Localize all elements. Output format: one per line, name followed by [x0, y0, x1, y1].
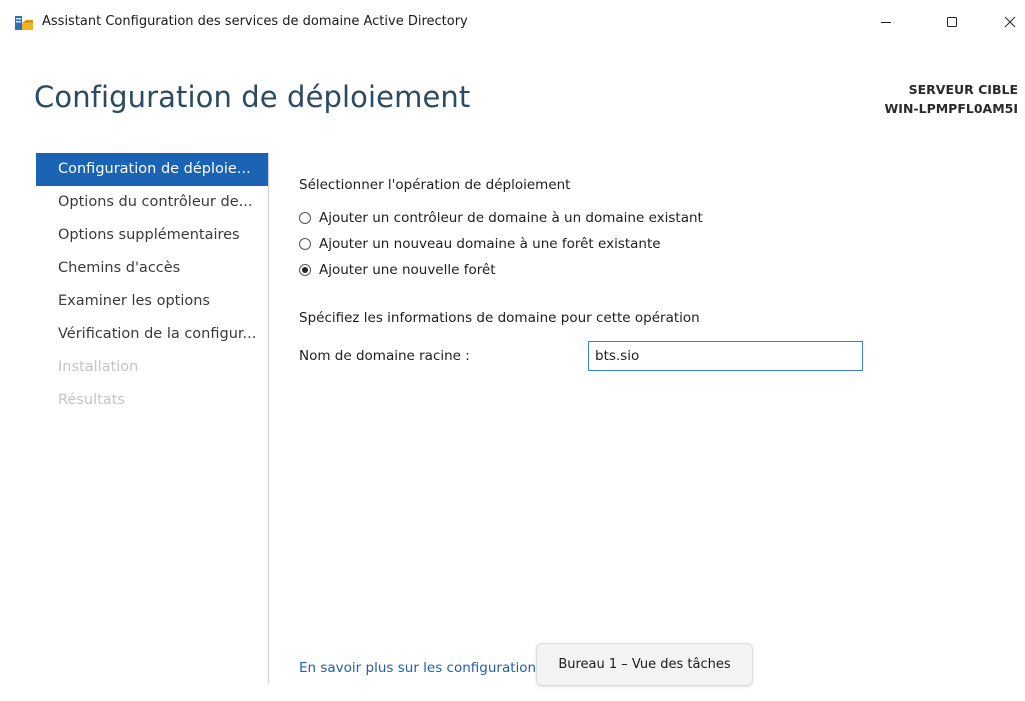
minimize-icon [881, 22, 891, 23]
sidebar-item-installation: Installation [58, 359, 139, 375]
option-add-domain-existing-forest[interactable]: Ajouter un nouveau domaine à une forêt e… [299, 236, 661, 252]
domain-info-heading: Spécifiez les informations de domaine po… [299, 310, 700, 326]
sidebar-item-results: Résultats [58, 392, 125, 408]
root-domain-label: Nom de domaine racine : [299, 348, 470, 364]
title-bar: Assistant Configuration des services de … [0, 0, 1025, 44]
root-domain-input[interactable] [588, 341, 863, 371]
sidebar-item-additional-options[interactable]: Options supplémentaires [36, 219, 268, 252]
learn-more-link[interactable]: En savoir plus sur les configurations de… [299, 660, 537, 676]
page-title: Configuration de déploiement [34, 80, 471, 114]
radio-button-selected[interactable] [299, 264, 311, 276]
close-icon [1004, 16, 1016, 28]
option-label: Ajouter un contrôleur de domaine à un do… [319, 210, 703, 226]
sidebar-item-review-options[interactable]: Examiner les options [36, 285, 268, 318]
maximize-icon [947, 17, 957, 27]
target-server-name: WIN-LPMPFL0AM5I [884, 101, 1018, 116]
option-add-new-forest[interactable]: Ajouter une nouvelle forêt [299, 262, 496, 278]
sidebar-item-dc-options[interactable]: Options du contrôleur de... [36, 186, 268, 219]
sidebar-item-deployment-configuration[interactable]: Configuration de déploie... [36, 153, 268, 186]
wizard-steps-sidebar: Configuration de déploie... Options du c… [36, 153, 268, 417]
radio-button[interactable] [299, 212, 311, 224]
server-manager-icon [14, 15, 34, 31]
option-add-dc-existing-domain[interactable]: Ajouter un contrôleur de domaine à un do… [299, 210, 703, 226]
sidebar-divider [268, 153, 269, 683]
minimize-button[interactable] [864, 6, 908, 38]
window-title: Assistant Configuration des services de … [42, 14, 468, 29]
close-button[interactable] [988, 6, 1025, 38]
sidebar-item-paths[interactable]: Chemins d'accès [36, 252, 268, 285]
option-label: Ajouter un nouveau domaine à une forêt e… [319, 236, 661, 252]
target-server-label: SERVEUR CIBLE [908, 82, 1018, 97]
target-server-block: SERVEUR CIBLE WIN-LPMPFL0AM5I [885, 80, 1018, 118]
maximize-button[interactable] [930, 6, 974, 38]
operation-heading: Sélectionner l'opération de déploiement [299, 177, 571, 193]
option-label: Ajouter une nouvelle forêt [319, 262, 496, 278]
radio-button[interactable] [299, 238, 311, 250]
task-view-tooltip: Bureau 1 – Vue des tâches [536, 643, 753, 686]
sidebar-item-prerequisites-check[interactable]: Vérification de la configur... [36, 318, 268, 351]
